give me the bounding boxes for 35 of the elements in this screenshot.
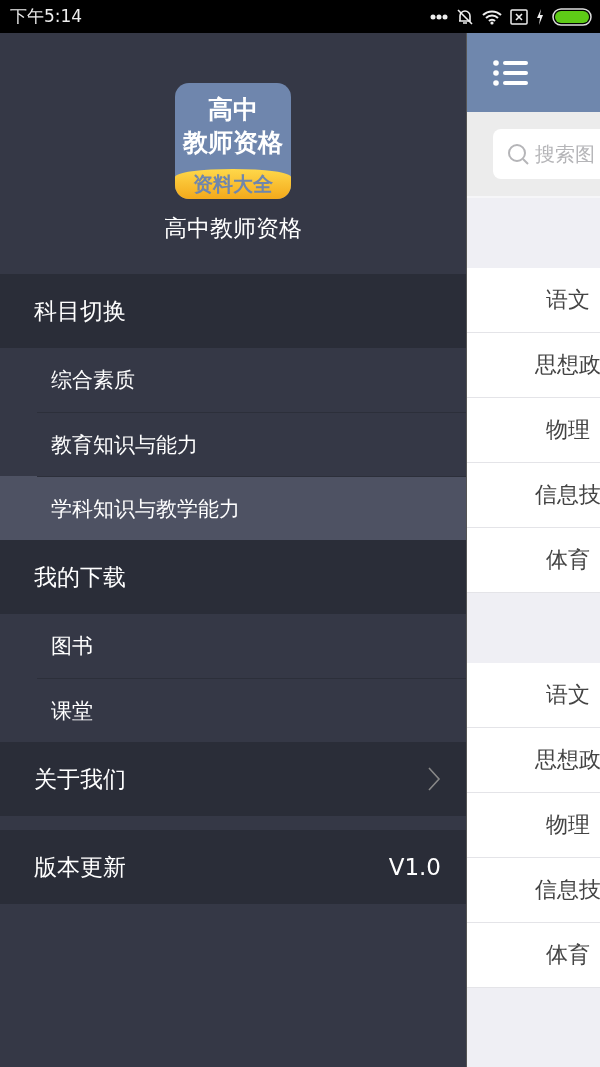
subject-row[interactable]: 信息技 (467, 463, 600, 528)
list-menu-icon (493, 58, 529, 87)
subject-row[interactable]: 体育 (467, 923, 600, 988)
more-icon (430, 13, 448, 20)
chevron-right-icon (427, 767, 441, 791)
charging-icon (536, 8, 544, 25)
search-icon (507, 143, 529, 165)
search-placeholder: 搜索图 (535, 140, 595, 168)
menu-item[interactable]: 关于我们 (0, 742, 466, 816)
wifi-icon (482, 8, 502, 25)
menu-label: 关于我们 (34, 764, 126, 794)
logo-text: 高中 (208, 94, 258, 126)
section-header: 我的下载 (0, 540, 466, 614)
section-header: 科目切换 (0, 274, 466, 348)
logo-ribbon: 资料大全 (175, 169, 291, 199)
menu-item[interactable]: 学科知识与教学能力 (0, 476, 466, 540)
version-text: V1.0 (388, 854, 441, 880)
menu-label: 版本更新 (34, 852, 126, 882)
battery-icon (552, 7, 592, 26)
subject-row[interactable]: 物理 (467, 398, 600, 463)
subject-row[interactable]: 体育 (467, 528, 600, 593)
subject-row[interactable]: 语文 (467, 268, 600, 333)
subject-row[interactable]: 语文 (467, 663, 600, 728)
subject-row[interactable]: 物理 (467, 793, 600, 858)
sim-x-icon (510, 8, 528, 25)
menu-item[interactable]: 版本更新 V1.0 (0, 830, 466, 904)
app-name: 高中教师资格 (164, 214, 302, 243)
subject-row[interactable]: 信息技 (467, 858, 600, 923)
menu-item[interactable]: 综合素质 (0, 348, 466, 412)
subject-row[interactable]: 思想政 (467, 333, 600, 398)
subject-row[interactable]: 思想政 (467, 728, 600, 793)
muted-bell-icon (456, 7, 474, 26)
logo-text: 教师资格 (183, 127, 283, 159)
status-time: 下午5:14 (10, 5, 83, 28)
menu-item[interactable]: 图书 (0, 614, 466, 678)
